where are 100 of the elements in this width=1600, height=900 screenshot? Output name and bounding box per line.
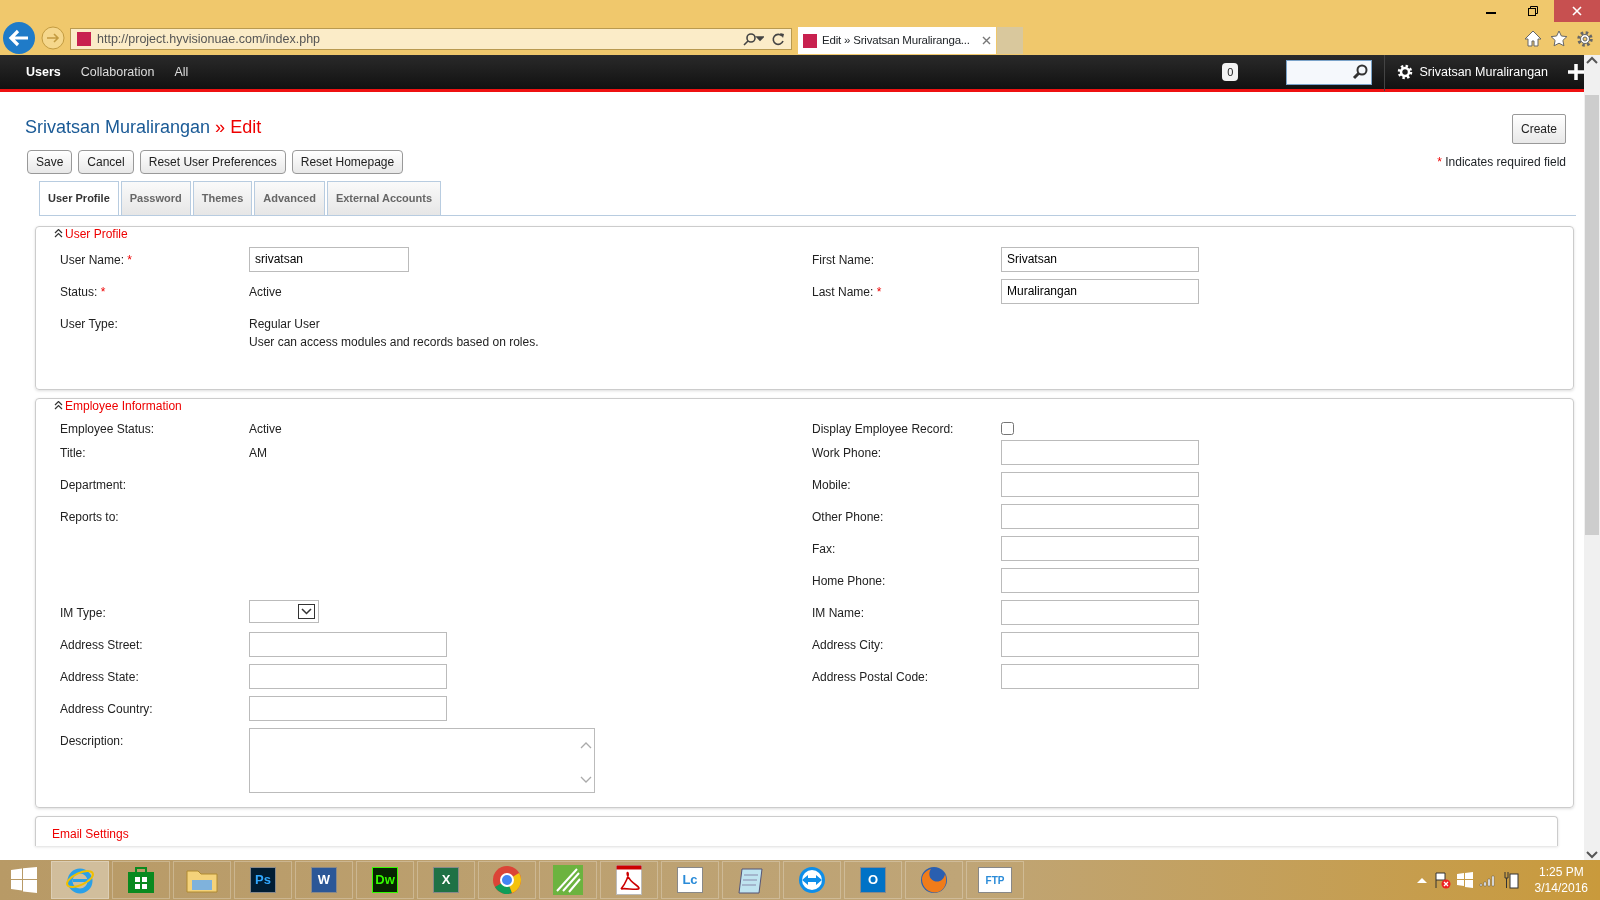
flag-icon[interactable]: [1432, 871, 1451, 889]
text-field[interactable]: Muralirangan: [1001, 278, 1199, 304]
scroll-up-icon[interactable]: [1586, 55, 1598, 65]
arrows-circle-icon: [797, 865, 827, 895]
taskbar-button[interactable]: [112, 861, 170, 899]
field-label: User Type:: [60, 315, 119, 333]
required-note: * Indicates required field: [1437, 154, 1566, 171]
taskbar-button[interactable]: X: [417, 861, 475, 899]
section-title[interactable]: Email Settings: [52, 826, 129, 841]
user-name-link[interactable]: Srivatsan Muralirangan: [1419, 62, 1548, 82]
tab[interactable]: External Accounts: [326, 181, 442, 215]
page-title: Srivatsan Muralirangan » Edit: [25, 116, 262, 139]
taskbar-button[interactable]: Lc: [661, 861, 719, 899]
browser-tab[interactable]: Edit » Srivatsan Muraliranga...: [798, 27, 996, 54]
url-text: http://project.hyvisionuae.com/index.php: [97, 30, 321, 48]
tab[interactable]: Password: [120, 181, 191, 215]
field-label: Department:: [60, 476, 128, 494]
collapse-icon[interactable]: [54, 401, 63, 410]
text-field[interactable]: [1001, 567, 1199, 593]
notepad-icon: [736, 865, 766, 895]
field-value: Active: [249, 283, 283, 301]
section-title[interactable]: Employee Information: [65, 398, 182, 413]
plus-icon[interactable]: [1568, 64, 1584, 80]
e-logo-icon: [65, 866, 95, 894]
taskbar-button[interactable]: [905, 861, 963, 899]
app-tile-icon: W: [311, 867, 337, 893]
taskbar-button[interactable]: W: [295, 861, 353, 899]
chrome-icon: [492, 865, 522, 895]
leaf-icon: [553, 865, 583, 895]
signal-icon[interactable]: [1478, 873, 1497, 887]
field-label: Reports to:: [60, 508, 120, 526]
text-field[interactable]: [1001, 599, 1199, 625]
windows-icon[interactable]: [1456, 872, 1473, 888]
text-field[interactable]: [1001, 631, 1199, 657]
action-button[interactable]: Reset Homepage: [291, 150, 404, 174]
taskbar-button[interactable]: [783, 861, 841, 899]
field-label: Description:: [60, 732, 125, 750]
field-label: Address State:: [60, 668, 140, 686]
section-title[interactable]: User Profile: [65, 226, 128, 241]
field-label: First Name:: [812, 251, 875, 269]
back-icon[interactable]: [2, 21, 36, 55]
collapse-icon[interactable]: [54, 229, 63, 238]
checkbox[interactable]: [1001, 421, 1014, 435]
text-field[interactable]: [1001, 439, 1199, 465]
taskbar-button[interactable]: FTP: [966, 861, 1024, 899]
forward-icon[interactable]: [41, 26, 65, 50]
action-button[interactable]: Cancel: [78, 150, 134, 174]
tab[interactable]: Themes: [192, 181, 253, 215]
field-label: Address City:: [812, 636, 885, 654]
shopping-bag-icon: [127, 866, 155, 894]
field-label: Work Phone:: [812, 444, 883, 462]
field-label: Address Postal Code:: [812, 668, 930, 686]
windows-icon: [11, 867, 37, 893]
text-field[interactable]: [249, 663, 447, 689]
text-field[interactable]: [1001, 471, 1199, 497]
tab[interactable]: User Profile: [39, 181, 119, 215]
taskbar-button[interactable]: [600, 861, 658, 899]
search-field[interactable]: [1286, 59, 1373, 85]
dropdown[interactable]: [249, 599, 319, 623]
app-tile-icon: X: [433, 867, 459, 893]
field-label: Employee Status:: [60, 420, 156, 438]
text-field[interactable]: Srivatsan: [1001, 246, 1199, 272]
text-field[interactable]: [249, 695, 447, 721]
action-button[interactable]: Save: [27, 150, 73, 174]
text-field[interactable]: [1001, 535, 1199, 561]
fox-globe-icon: [919, 865, 949, 895]
nav-link[interactable]: Collaboration: [70, 62, 165, 82]
text-field[interactable]: srivatsan: [249, 246, 409, 272]
taskbar-button[interactable]: Ps: [234, 861, 292, 899]
taskbar-button[interactable]: Dw: [356, 861, 414, 899]
close-icon[interactable]: [982, 36, 991, 45]
taskbar-button[interactable]: [539, 861, 597, 899]
favicon-icon: [77, 32, 91, 46]
home-icon[interactable]: [1524, 30, 1542, 47]
create-button[interactable]: Create: [1511, 114, 1566, 144]
taskbar-button[interactable]: O: [844, 861, 902, 899]
taskbar-button[interactable]: [722, 861, 780, 899]
field-label: Address Country:: [60, 700, 154, 718]
refresh-icon[interactable]: [772, 32, 785, 46]
text-field[interactable]: [1001, 663, 1199, 689]
app-tile-icon: Lc: [677, 867, 703, 893]
text-field[interactable]: [249, 631, 447, 657]
address-bar[interactable]: http://project.hyvisionuae.com/index.php: [70, 28, 792, 50]
text-field[interactable]: [1001, 503, 1199, 529]
field-label: Display Employee Record:: [812, 420, 955, 438]
taskbar-button[interactable]: [478, 861, 536, 899]
field-label: IM Type:: [60, 604, 107, 622]
caret-up-icon[interactable]: [1416, 877, 1427, 883]
field-label: IM Name:: [812, 604, 865, 622]
battery-icon[interactable]: [1502, 871, 1519, 889]
scroll-down-icon[interactable]: [1586, 850, 1598, 860]
action-button[interactable]: Reset User Preferences: [139, 150, 286, 174]
tab[interactable]: Advanced: [254, 181, 325, 215]
field-label: Mobile:: [812, 476, 852, 494]
field-label: Fax:: [812, 540, 837, 558]
nav-link[interactable]: Users: [16, 62, 71, 82]
search-icon[interactable]: [742, 32, 764, 46]
star-icon[interactable]: [1550, 30, 1568, 47]
nav-link[interactable]: All: [164, 62, 199, 82]
notification-count[interactable]: 0: [1222, 62, 1239, 82]
